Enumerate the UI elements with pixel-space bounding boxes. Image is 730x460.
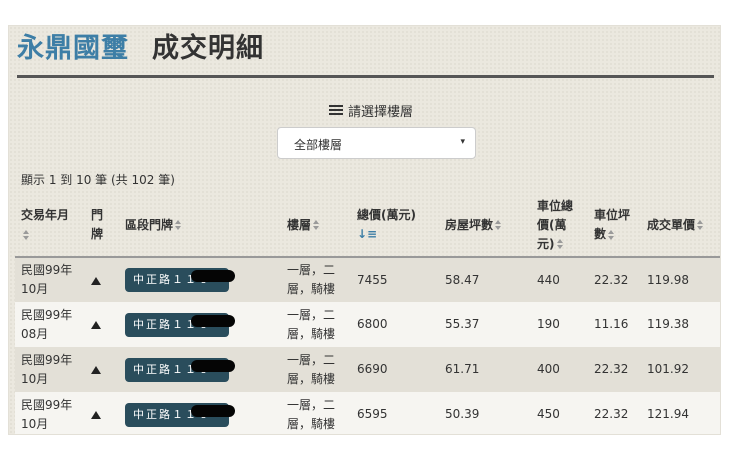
- map-marker-icon[interactable]: [91, 365, 102, 374]
- table-header-row: 交易年月 門牌 區段門牌 樓層 總價(萬元) ↓≡ 房屋坪數 車位總價(萬元) …: [15, 194, 720, 258]
- cell-floor: 一層，二層，騎樓: [281, 392, 351, 434]
- transactions-table: 交易年月 門牌 區段門牌 樓層 總價(萬元) ↓≡ 房屋坪數 車位總價(萬元) …: [15, 194, 720, 434]
- cell-unit-price: 119.38: [641, 302, 720, 347]
- floor-select[interactable]: 全部樓層 ▾: [277, 127, 476, 159]
- sort-icon: [175, 220, 182, 230]
- table-row: 民國99年10月 中正路１１０ 一層，二層，騎樓 6690 61.71 400 …: [15, 347, 720, 392]
- cell-parking-price: 400: [531, 347, 588, 392]
- sort-desc-icon: ↓≡: [357, 227, 378, 241]
- cell-area: 50.39: [439, 392, 531, 434]
- cell-door: [85, 257, 119, 302]
- cell-unit-price: 119.98: [641, 257, 720, 302]
- cell-address: 中正路１１０: [119, 302, 281, 347]
- cell-area: 61.71: [439, 347, 531, 392]
- cell-unit-price: 121.94: [641, 392, 720, 434]
- cell-parking-area: 22.32: [588, 392, 641, 434]
- floor-filter-label: 請選擇樓層: [329, 101, 413, 120]
- cell-total: 7455: [351, 257, 439, 302]
- sort-icon: [556, 239, 564, 249]
- cell-total: 6690: [351, 347, 439, 392]
- cell-parking-price: 190: [531, 302, 588, 347]
- col-header-total-price[interactable]: 總價(萬元) ↓≡: [351, 194, 439, 258]
- address-badge[interactable]: 中正路１１０: [125, 402, 235, 427]
- redaction-mark: [191, 270, 235, 282]
- cell-parking-area: 22.32: [588, 257, 641, 302]
- cell-area: 55.37: [439, 302, 531, 347]
- floor-filter-text: 請選擇樓層: [348, 105, 414, 120]
- page-title: 成交明細: [152, 33, 264, 64]
- menu-icon: [329, 105, 343, 116]
- cell-door: [85, 347, 119, 392]
- cell-total: 6595: [351, 392, 439, 434]
- map-marker-icon[interactable]: [91, 410, 102, 419]
- cell-parking-price: 450: [531, 392, 588, 434]
- cell-floor: 一層，二層，騎樓: [281, 257, 351, 302]
- cell-date: 民國99年08月: [15, 302, 85, 347]
- cell-date: 民國99年10月: [15, 347, 85, 392]
- cell-parking-price: 440: [531, 257, 588, 302]
- redaction-mark: [191, 359, 235, 372]
- cell-door: [85, 302, 119, 347]
- redaction-mark: [191, 314, 235, 327]
- cell-door: [85, 392, 119, 434]
- cell-parking-area: 11.16: [588, 302, 641, 347]
- cell-total: 6800: [351, 302, 439, 347]
- cell-unit-price: 101.92: [641, 347, 720, 392]
- cell-floor: 一層，二層，騎樓: [281, 347, 351, 392]
- page-header: 永鼎國璽 成交明細: [17, 32, 714, 78]
- table-row: 民國99年10月 中正路１１０ 一層，二層，騎樓 6595 50.39 450 …: [15, 392, 720, 434]
- cell-address: 中正路１１０: [119, 347, 281, 392]
- col-header-parking-price[interactable]: 車位總價(萬元): [531, 194, 588, 258]
- cell-date: 民國99年10月: [15, 257, 85, 302]
- col-header-floor[interactable]: 樓層: [281, 194, 351, 258]
- cell-area: 58.47: [439, 257, 531, 302]
- address-badge[interactable]: 中正路１１０: [125, 357, 235, 382]
- table-row: 民國99年10月 中正路１１０ 一層，二層，騎樓 7455 58.47 440 …: [15, 257, 720, 302]
- results-summary: 顯示 1 到 10 筆 (共 102 筆): [21, 173, 175, 187]
- cell-address: 中正路１１０: [119, 392, 281, 434]
- sort-icon: [697, 220, 704, 230]
- sort-icon: [23, 229, 30, 240]
- col-header-address[interactable]: 區段門牌: [119, 194, 281, 258]
- brand-title[interactable]: 永鼎國璽: [17, 32, 129, 66]
- col-header-door: 門牌: [85, 194, 119, 258]
- cell-floor: 一層，二層，騎樓: [281, 302, 351, 347]
- col-header-unit-price[interactable]: 成交單價: [641, 194, 720, 258]
- col-header-date[interactable]: 交易年月: [15, 194, 85, 258]
- sort-icon: [495, 220, 502, 230]
- table-row: 民國99年08月 中正路１１０ 一層，二層，騎樓 6800 55.37 190 …: [15, 302, 720, 347]
- map-marker-icon[interactable]: [91, 276, 102, 285]
- floor-select-value: 全部樓層: [294, 138, 343, 152]
- chevron-down-icon: ▾: [460, 137, 465, 147]
- col-header-area[interactable]: 房屋坪數: [439, 194, 531, 258]
- redaction-mark: [191, 404, 235, 417]
- cell-parking-area: 22.32: [588, 347, 641, 392]
- address-badge[interactable]: 中正路１１０: [125, 312, 235, 337]
- cell-address: 中正路１１０: [119, 257, 281, 302]
- col-header-parking-area[interactable]: 車位坪數: [588, 194, 641, 258]
- page-panel: 永鼎國璽 成交明細 請選擇樓層 全部樓層 ▾ 顯示 1 到 10 筆 (共 10…: [8, 25, 721, 435]
- cell-date: 民國99年10月: [15, 392, 85, 434]
- map-marker-icon[interactable]: [91, 320, 102, 329]
- address-badge[interactable]: 中正路１１０: [125, 268, 235, 292]
- sort-icon: [608, 229, 615, 240]
- sort-icon: [313, 220, 320, 230]
